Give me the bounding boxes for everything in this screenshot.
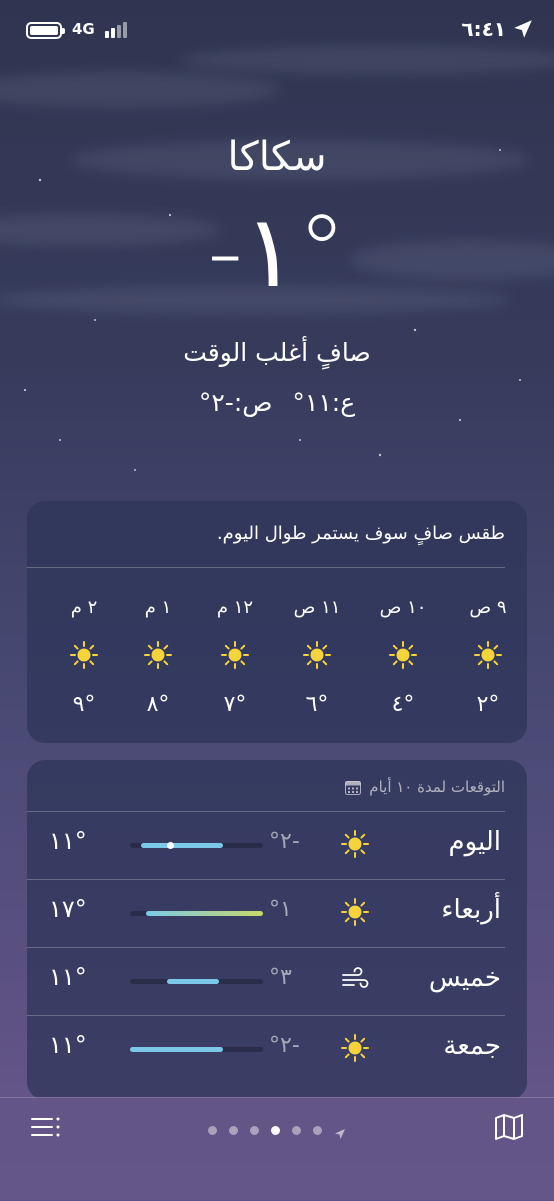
temp-range-bar [130,842,263,849]
hour-label: ١ م [144,597,172,618]
low-temp: ص:-٢° [198,388,273,417]
high-temp: ع:١١° [292,388,356,417]
hour-label: ١١ ص [293,597,341,618]
hour-item: ١١ ص ٦° [287,597,347,717]
hour-temp: ٨° [146,692,170,717]
current-temperature: -١° [207,193,347,310]
page-indicator[interactable] [0,1120,554,1139]
calendar-icon [345,780,362,795]
signal-strength-icon [105,22,131,38]
day-low: ٣° [269,965,292,990]
hour-label: ٩ ص [469,597,507,618]
hour-item: ٩ ص ٢° [458,597,518,717]
page-dot[interactable] [292,1126,301,1135]
sun-icon [143,640,173,670]
day-low: ١° [269,897,292,922]
high-low: ع:١١° ص:-٢° [0,388,554,417]
sun-icon [69,640,99,670]
hour-temp: ٤° [391,692,415,717]
sun-icon [473,640,503,670]
divider [27,1015,505,1016]
day-row[interactable]: جمعة -٢° ١١° [27,1015,527,1083]
temp-range-fill [140,843,224,848]
page-dot[interactable] [271,1126,280,1135]
page-dot[interactable] [208,1126,217,1135]
day-high: ١٧° [49,895,87,923]
hour-temp: ٧° [223,692,247,717]
hour-item: ١ م ٨° [128,597,188,717]
temp-range-fill [145,911,263,916]
page-dot[interactable] [250,1126,259,1135]
daily-header-label: التوقعات لمدة ١٠ أيام [369,778,505,796]
network-type: 4G [72,20,95,38]
daily-forecast-card[interactable]: التوقعات لمدة ١٠ أيام اليوم -٢° ١١° أربعاء ١… [27,760,527,1100]
temp-range-fill [130,1047,224,1052]
hour-temp: ٦° [305,692,329,717]
map-icon[interactable] [494,1113,524,1141]
day-name: اليوم [448,827,501,857]
temp-range-fill [167,979,220,984]
sun-icon [340,897,370,927]
hour-temp: ٢° [476,692,500,717]
hour-label: ١٢ م [216,597,254,618]
page-dot[interactable] [229,1126,238,1135]
daily-header: التوقعات لمدة ١٠ أيام [345,778,505,796]
weather-condition: صافٍ أغلب الوقت [183,338,371,367]
sun-icon [340,1033,370,1063]
day-high: ١١° [49,827,87,855]
status-time: ٦:٤١ [461,17,506,41]
day-row[interactable]: خميس ٣° ١١° [27,947,527,1015]
location-arrow-icon [514,20,532,38]
hour-label: ٢ م [70,597,98,618]
day-high: ١١° [49,963,87,991]
sun-icon [220,640,250,670]
day-low: -٢° [269,829,300,854]
sun-icon [340,829,370,859]
day-low: -٢° [269,1033,300,1058]
sun-icon [388,640,418,670]
divider [27,567,505,568]
day-name: خميس [428,963,501,993]
temp-range-bar [130,1047,263,1052]
hour-item: ١٠ ص ٤° [373,597,433,717]
current-location-icon[interactable] [334,1125,346,1139]
hour-temp: ٩° [72,692,96,717]
day-name: أربعاء [441,895,501,925]
day-row[interactable]: أربعاء ١° ١٧° [27,879,527,947]
day-high: ١١° [49,1031,87,1059]
day-name: جمعة [443,1031,501,1061]
temp-range-bar [130,911,263,916]
hour-item: ١٢ م ٧° [205,597,265,717]
status-bar: 4G ٦:٤١ [0,0,554,62]
hourly-forecast-card[interactable]: طقس صافٍ سوف يستمر طوال اليوم. ٩ ص ٢° ١٠ ص… [27,501,527,743]
page-dot[interactable] [313,1126,322,1135]
current-temp-dot [166,842,174,849]
divider [27,947,505,948]
divider [27,811,505,812]
day-row[interactable]: اليوم -٢° ١١° [27,811,527,879]
hour-label: ١٠ ص [379,597,427,618]
forecast-summary: طقس صافٍ سوف يستمر طوال اليوم. [216,523,505,544]
sun-icon [302,640,332,670]
city-name: سكاكا [227,134,327,180]
hour-item: ٢ م ٩° [54,597,114,717]
wind-icon [340,965,370,995]
battery-icon [26,22,65,39]
bottom-toolbar [0,1097,554,1201]
divider [27,879,505,880]
temp-range-bar [130,979,263,984]
